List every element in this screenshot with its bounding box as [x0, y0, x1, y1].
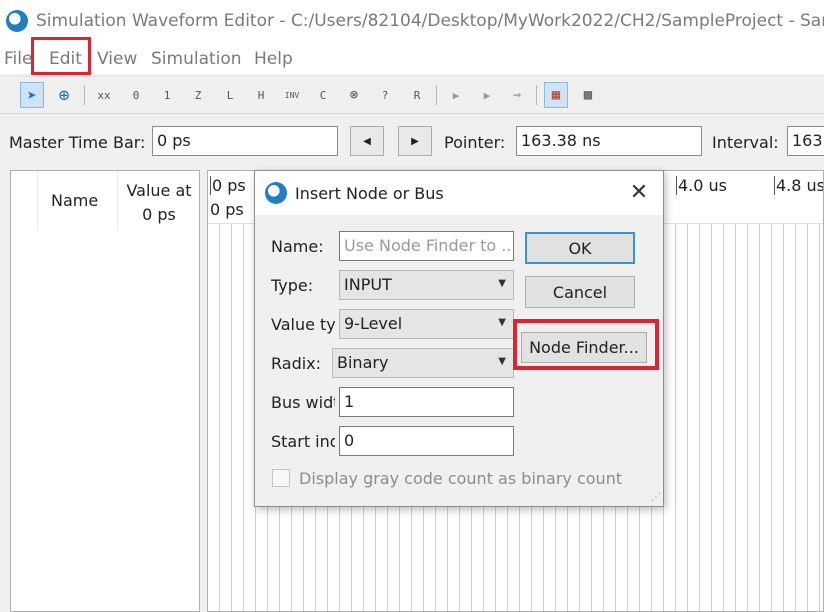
close-icon[interactable]: ✕: [627, 179, 651, 207]
name-label: Name:: [271, 237, 324, 256]
master-time-bar-field[interactable]: 0 ps: [152, 126, 338, 156]
overwrite-clock-icon[interactable]: ⊗: [342, 82, 366, 108]
arbitrary-value-icon[interactable]: ?: [373, 82, 397, 108]
forcing-high-icon[interactable]: 1: [155, 82, 179, 108]
interval-label: Interval:: [712, 133, 779, 152]
start-index-input[interactable]: 0: [339, 426, 514, 456]
pointer-tool-icon[interactable]: ➤: [20, 82, 44, 108]
name-column-header[interactable]: Name: [51, 191, 98, 210]
menu-view[interactable]: View: [97, 49, 137, 69]
time-label-4-0us: 4.0 us: [676, 176, 728, 195]
weak-low-icon[interactable]: L: [218, 82, 242, 108]
radix-label: Radix:: [271, 354, 322, 373]
next-transition-button[interactable]: ▶: [398, 126, 432, 156]
gray-code-checkbox-label: Display gray code count as binary count: [299, 469, 623, 488]
previous-transition-button[interactable]: ◀: [350, 126, 384, 156]
insert-node-dialog[interactable]: Insert Node or Bus ✕ Name: Use Node Find…: [254, 170, 664, 507]
type-select[interactable]: INPUT ▼: [339, 270, 514, 300]
random-value-icon[interactable]: R: [405, 82, 429, 108]
forcing-unknown-icon[interactable]: xx: [92, 82, 116, 108]
name-input[interactable]: Use Node Finder to ...: [339, 231, 514, 261]
node-finder-highlight-box: [513, 319, 659, 370]
signal-icon-column: [11, 171, 38, 231]
type-label: Type:: [271, 276, 314, 295]
time-label-4-8us: 4.8 us: [774, 176, 824, 195]
menu-bar: File Edit View Simulation Help: [0, 44, 824, 74]
value-column-header[interactable]: Value at 0 ps: [124, 179, 194, 227]
weak-high-icon[interactable]: H: [249, 82, 273, 108]
radix-select[interactable]: Binary ▼: [332, 348, 514, 378]
time-bar-row: Master Time Bar: 0 ps ◀ ▶ Pointer: 163.3…: [0, 113, 824, 169]
edit-menu-highlight-box: [31, 37, 91, 75]
value-type-label: Value type:: [271, 315, 335, 334]
chevron-down-icon: ▼: [498, 317, 506, 328]
cancel-button[interactable]: Cancel: [525, 276, 635, 308]
value-type-selected-value: 9-Level: [344, 314, 403, 333]
toolbar-separator: [536, 85, 537, 105]
functional-simulation-icon[interactable]: ▶: [444, 82, 468, 108]
window-title: Simulation Waveform Editor - C:/Users/82…: [36, 11, 824, 31]
ok-button[interactable]: OK: [525, 232, 635, 264]
pointer-field[interactable]: 163.38 ns: [516, 126, 702, 156]
count-value-icon[interactable]: C: [311, 82, 335, 108]
toolbar: ➤ ⊕ xx 0 1 Z L H INV C ⊗ ? R ▶ ▶ ⇝ ▦ ▩: [0, 76, 824, 114]
grid-icon[interactable]: ▩: [576, 82, 600, 108]
zoom-tool-icon[interactable]: ⊕: [52, 82, 76, 108]
chevron-down-icon: ▼: [498, 356, 506, 367]
value-type-select[interactable]: 9-Level ▼: [339, 309, 514, 339]
arrow-right-icon: ▶: [411, 135, 419, 147]
dialog-title-bar[interactable]: Insert Node or Bus ✕: [255, 171, 663, 215]
signal-list-panel[interactable]: Name Value at 0 ps: [10, 170, 200, 612]
snap-to-grid-icon[interactable]: ▦: [544, 82, 568, 108]
bus-width-input[interactable]: 1: [339, 387, 514, 417]
bus-width-label: Bus width:: [271, 393, 335, 412]
menu-simulation[interactable]: Simulation: [151, 49, 242, 69]
pointer-label: Pointer:: [444, 133, 506, 152]
arrow-left-icon: ◀: [363, 135, 371, 147]
toolbar-separator: [436, 85, 437, 105]
time-label-0: 0 ps: [210, 176, 246, 195]
timing-simulation-icon[interactable]: ▶: [475, 82, 499, 108]
title-bar: Simulation Waveform Editor - C:/Users/82…: [0, 0, 824, 44]
radix-selected-value: Binary: [337, 353, 389, 372]
forcing-low-icon[interactable]: 0: [124, 82, 148, 108]
resize-grip-icon[interactable]: ⋰: [651, 492, 661, 503]
master-time-bar-label: Master Time Bar:: [9, 133, 146, 152]
start-index-label: Start index:: [271, 432, 335, 451]
netlist-viewer-icon[interactable]: ⇝: [505, 82, 529, 108]
interval-field[interactable]: 163: [787, 126, 824, 156]
cursor-time-label: 0 ps: [210, 200, 244, 219]
gray-code-checkbox[interactable]: [272, 469, 290, 487]
invert-icon[interactable]: INV: [280, 82, 304, 108]
type-selected-value: INPUT: [344, 275, 392, 294]
quartus-logo-icon: [6, 10, 28, 32]
quartus-logo-icon: [265, 182, 287, 204]
menu-help[interactable]: Help: [254, 49, 293, 69]
high-impedance-icon[interactable]: Z: [186, 82, 210, 108]
chevron-down-icon: ▼: [498, 278, 506, 289]
dialog-title: Insert Node or Bus: [295, 184, 444, 203]
toolbar-separator: [84, 85, 85, 105]
menu-file[interactable]: File: [4, 49, 32, 69]
